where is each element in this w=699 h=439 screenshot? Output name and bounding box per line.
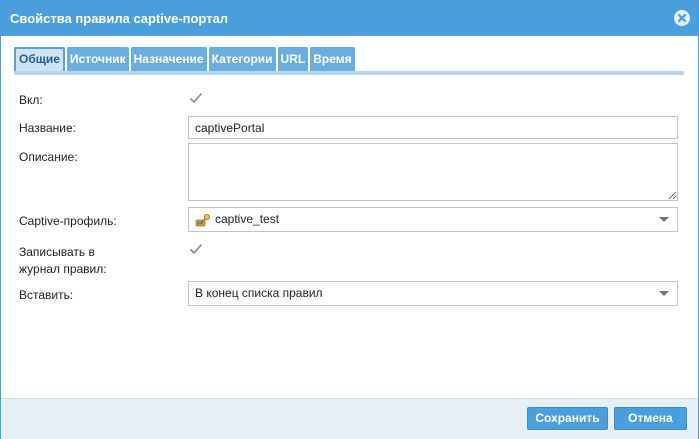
dialog-titlebar[interactable]: Свойства правила captive-портал [1, 1, 698, 36]
tab-strip [14, 71, 684, 75]
chevron-down-icon [659, 217, 669, 222]
insert-position-select[interactable]: В конец списка правил [188, 281, 678, 306]
log-checkbox[interactable] [189, 242, 203, 256]
rule-properties-dialog: Свойства правила captive-портал Общие Ис… [0, 0, 699, 439]
cancel-button[interactable]: Отмена [614, 407, 687, 430]
close-button[interactable] [674, 10, 690, 26]
description-label: Описание: [19, 150, 78, 164]
chevron-down-icon [659, 291, 669, 296]
log-label-line1: Записывать в [19, 245, 95, 259]
tab-bar: Общие Источник Назначение Категории URL … [14, 47, 357, 72]
dialog-title: Свойства правила captive-портал [10, 11, 229, 26]
captive-profile-value: captive_test [215, 212, 280, 226]
save-button[interactable]: Сохранить [527, 407, 608, 430]
captive-profile-select[interactable]: captive_test [188, 207, 678, 232]
tab-source[interactable]: Источник [66, 47, 129, 72]
enabled-label: Вкл: [19, 93, 43, 107]
description-textarea[interactable] [188, 143, 678, 201]
tab-time[interactable]: Время [310, 47, 355, 72]
name-input[interactable] [188, 116, 678, 139]
tab-url[interactable]: URL [277, 47, 309, 72]
insert-label: Вставить: [19, 288, 74, 302]
insert-position-value: В конец списка правил [195, 286, 323, 300]
tab-general[interactable]: Общие [14, 47, 65, 72]
key-icon [195, 214, 210, 227]
tab-destination[interactable]: Назначение [130, 47, 207, 72]
dialog-footer: Сохранить Отмена [1, 398, 698, 439]
close-icon [677, 13, 687, 23]
enabled-checkbox[interactable] [189, 91, 203, 105]
tab-categories[interactable]: Категории [208, 47, 276, 72]
captive-profile-label: Captive-профиль: [19, 214, 117, 228]
name-label: Название: [19, 121, 76, 135]
log-label-line2: журнал правил: [19, 262, 107, 276]
